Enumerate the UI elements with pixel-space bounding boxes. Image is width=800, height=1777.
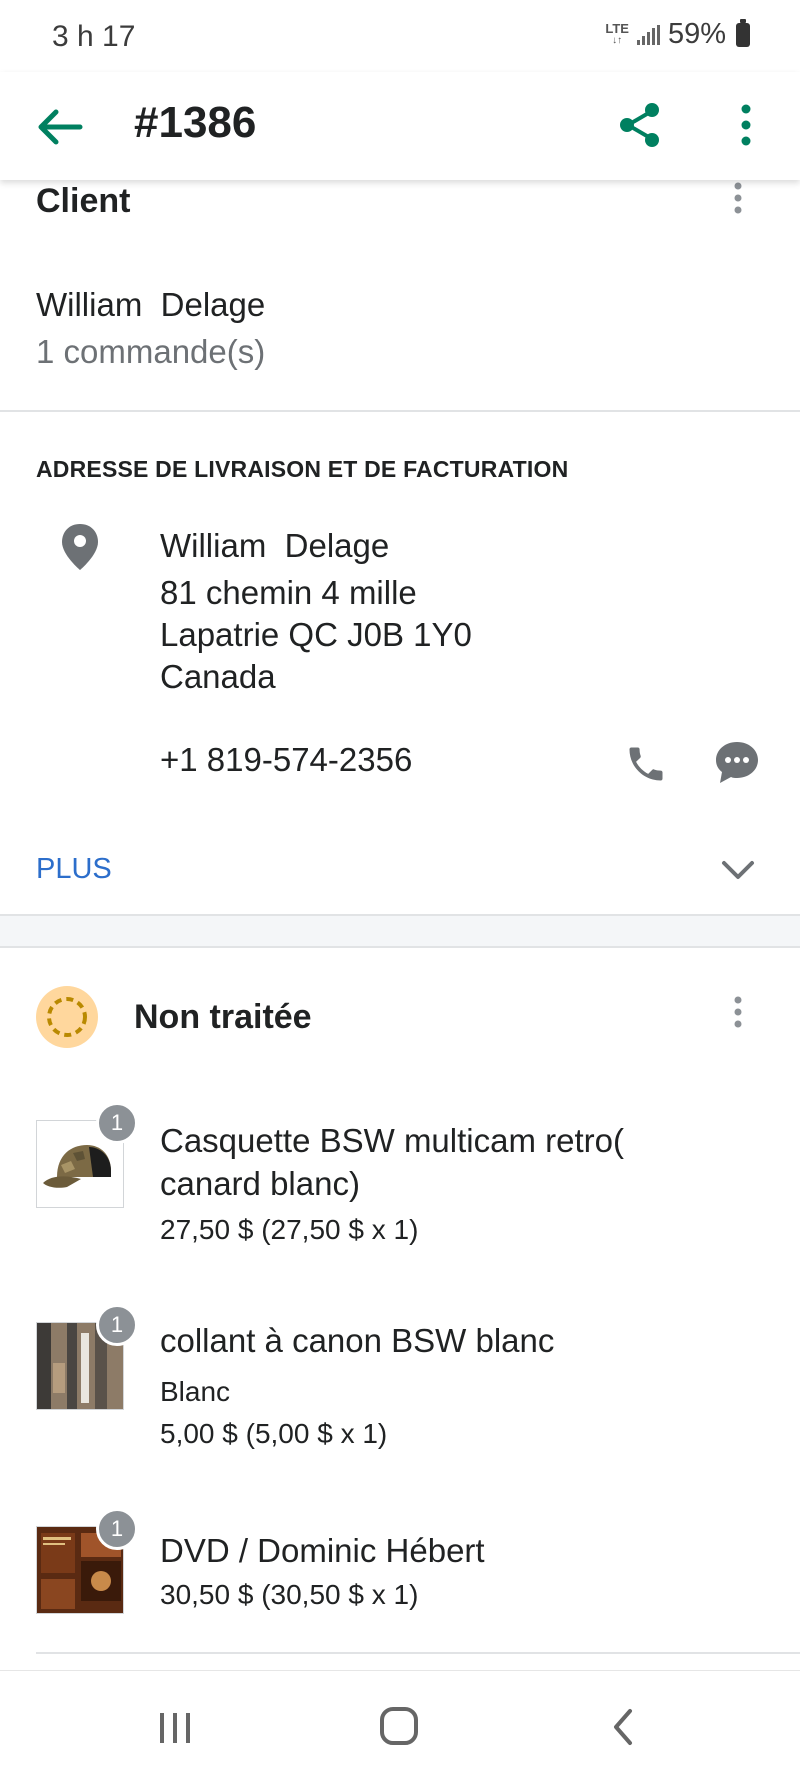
app-bar: #1386 — [0, 72, 800, 180]
message-button[interactable] — [712, 738, 762, 788]
client-more-button[interactable] — [720, 180, 756, 220]
status-time: 3 h 17 — [52, 20, 136, 53]
chevron-down-icon — [722, 861, 754, 879]
address-heading: ADRESSE DE LIVRAISON ET DE FACTURATION — [36, 456, 569, 482]
divider — [0, 410, 800, 412]
status-indicators: LTE ↓↑ 59% — [605, 18, 750, 51]
more-info-link[interactable]: PLUS — [36, 853, 112, 886]
chat-bubble-icon — [716, 742, 758, 783]
location-pin-icon — [58, 522, 102, 572]
item-title: collant à canon BSW blanc — [160, 1322, 555, 1359]
item-title: Casquette BSW multicam retro( canard bla… — [160, 1122, 624, 1202]
quantity-badge: 1 — [96, 1508, 138, 1550]
home-icon — [380, 1707, 418, 1745]
address-name: William Delage — [160, 527, 390, 564]
section-separator — [0, 914, 800, 948]
address-street: 81 chemin 4 mille — [160, 574, 417, 611]
item-price: 27,50 $ (27,50 $ x 1) — [160, 1214, 419, 1245]
arrow-left-icon — [38, 109, 83, 145]
address-city: Lapatrie QC J0B 1Y0 — [160, 616, 472, 653]
client-orders-count: 1 commande(s) — [36, 333, 266, 370]
share-icon — [620, 103, 659, 147]
quantity-badge: 1 — [96, 1304, 138, 1346]
call-button[interactable] — [624, 742, 668, 786]
network-indicator: LTE ↓↑ — [605, 20, 629, 46]
recents-icon — [160, 1713, 190, 1743]
back-button[interactable] — [34, 102, 86, 152]
more-vertical-icon — [734, 996, 742, 1028]
item-variant: Blanc — [160, 1376, 231, 1407]
fulfillment-status: Non traitée — [134, 998, 312, 1036]
status-bar: 3 h 17 LTE ↓↑ 59% — [0, 0, 800, 72]
client-section-title: Client — [36, 182, 131, 220]
unfulfilled-status-icon — [36, 986, 98, 1048]
battery-percent: 59% — [667, 18, 726, 50]
item-price: 30,50 $ (30,50 $ x 1) — [160, 1579, 419, 1610]
fulfillment-more-button[interactable] — [720, 992, 756, 1036]
chevron-left-icon — [614, 1709, 632, 1745]
signal-icon — [636, 24, 660, 45]
more-vertical-icon — [734, 182, 742, 214]
expand-button[interactable] — [718, 852, 758, 888]
recents-button[interactable] — [156, 1709, 196, 1745]
battery-icon — [736, 18, 750, 47]
system-back-button[interactable] — [608, 1707, 638, 1747]
data-arrows-icon: ↓↑ — [612, 34, 623, 46]
address-country: Canada — [160, 658, 276, 695]
home-button[interactable] — [378, 1705, 420, 1747]
page-title: #1386 — [134, 98, 257, 147]
item-price: 5,00 $ (5,00 $ x 1) — [160, 1418, 388, 1449]
quantity-badge: 1 — [96, 1102, 138, 1144]
address-phone[interactable]: +1 819-574-2356 — [160, 741, 412, 779]
more-options-button[interactable] — [728, 96, 764, 154]
phone-icon — [629, 747, 663, 781]
client-name[interactable]: William Delage — [36, 286, 265, 324]
item-title: DVD / Dominic Hébert — [160, 1532, 485, 1569]
divider — [36, 1652, 800, 1654]
system-nav-bar — [0, 1670, 800, 1777]
more-vertical-icon — [741, 104, 751, 146]
share-button[interactable] — [614, 99, 666, 151]
